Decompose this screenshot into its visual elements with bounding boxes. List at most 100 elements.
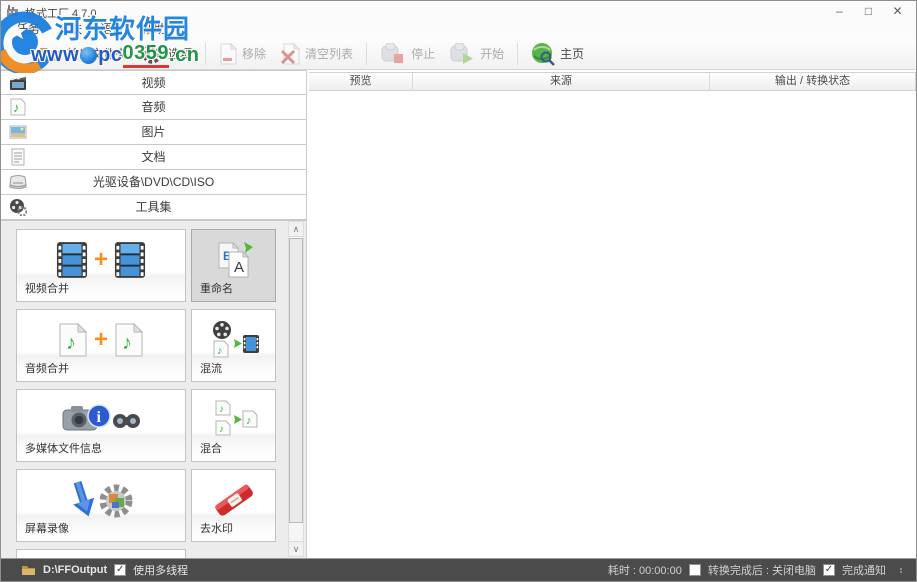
shutdown-label: 转换完成后 : 关闭电脑	[707, 565, 816, 577]
toolbar-separator	[205, 42, 207, 65]
scroll-up-button[interactable]: ∧	[289, 222, 303, 237]
elapsed-time: 耗时 : 00:00:00	[607, 565, 682, 577]
output-path[interactable]: D:\FFOutput	[43, 564, 107, 576]
category-label: 工具集	[135, 200, 172, 214]
toolset-grid: + 视频合并 B A 重命名 ♪ + ♪ 音频合并 ♪ 混流 i 多媒体文件信息…	[1, 220, 306, 558]
tool-label: 混流	[200, 363, 222, 375]
output-folder-button[interactable]: 输出文件夹	[31, 40, 134, 68]
file-list-header: 预览 来源 输出 / 转换状态	[309, 72, 916, 91]
check-mark: ✓	[824, 564, 834, 575]
minimize-button[interactable]: –	[825, 1, 854, 21]
category-label: 图片	[141, 125, 166, 139]
tool-video-merge[interactable]: + 视频合并	[16, 229, 186, 302]
menubar: 任务 皮肤 语言 帮助	[1, 21, 916, 38]
column-preview[interactable]: 预览	[309, 73, 413, 90]
shutdown-checkbox[interactable]	[688, 564, 701, 576]
plus-icon: +	[93, 246, 108, 273]
media-info-icon: i	[17, 398, 185, 442]
check-mark: ✓	[115, 564, 125, 575]
category-picture[interactable]: 图片	[1, 120, 306, 145]
audio-merge-icon: ♪ + ♪	[17, 318, 185, 362]
close-button[interactable]: ✕	[883, 1, 912, 21]
mix-icon: ♪ ♪ ♪	[192, 398, 275, 442]
options-button[interactable]: 选项	[134, 40, 199, 68]
toolbar: 输出文件夹 选项 移除 清空列表 停止 开始 主页	[1, 38, 916, 70]
menu-task[interactable]: 任务	[7, 21, 49, 38]
stop-label: 停止	[411, 47, 436, 61]
output-folder-small-icon	[21, 564, 36, 576]
tool-label: 重命名	[200, 283, 233, 295]
tool-label: 视频合并	[25, 283, 69, 295]
file-list-body[interactable]	[309, 91, 916, 558]
tool-label: 多媒体文件信息	[25, 443, 102, 455]
start-icon	[449, 42, 475, 65]
tool-label: 混合	[200, 443, 222, 455]
category-optical[interactable]: 光驱设备\DVD\CD\ISO	[1, 170, 306, 195]
category-video[interactable]: 视频	[1, 70, 306, 95]
svg-text:♪: ♪	[217, 345, 223, 357]
multithread-label: 使用多线程	[133, 565, 189, 577]
statusbar: D:\FFOutput ✓ 使用多线程 耗时 : 00:00:00 转换完成后 …	[1, 558, 916, 581]
toolbar-separator	[517, 42, 519, 65]
resize-grip[interactable]	[897, 567, 902, 573]
main-area: 视频 ♪ 音频 图片 文档 光驱设备\DVD\CD\ISO 工具集 + 视频合并…	[1, 70, 916, 558]
tools-scrollbar[interactable]: ∧ ∨	[288, 221, 304, 557]
home-button[interactable]: 主页	[524, 40, 591, 68]
toolbar-separator	[366, 42, 368, 65]
category-document[interactable]: 文档	[1, 145, 306, 170]
tool-media-info[interactable]: i 多媒体文件信息	[16, 389, 186, 462]
column-output-status[interactable]: 输出 / 转换状态	[710, 73, 915, 90]
file-list-panel: 预览 来源 输出 / 转换状态	[308, 70, 916, 558]
stop-icon	[380, 42, 406, 65]
tool-label: 屏幕录像	[25, 523, 69, 535]
tool-screen-record[interactable]: 屏幕录像	[16, 469, 186, 542]
scroll-down-button[interactable]: ∨	[289, 541, 303, 556]
plus-icon: +	[93, 326, 108, 353]
svg-text:♪: ♪	[66, 332, 76, 354]
mux-icon: ♪	[192, 318, 275, 362]
left-panel: 视频 ♪ 音频 图片 文档 光驱设备\DVD\CD\ISO 工具集 + 视频合并…	[1, 70, 307, 558]
app-icon	[7, 5, 18, 16]
folder-icon	[38, 44, 62, 63]
category-label: 音频	[141, 100, 166, 114]
titlebar: 格式工厂 4.7.0 – □ ✕	[1, 1, 916, 21]
tool-remove-watermark[interactable]: 去水印	[191, 469, 276, 542]
remove-button[interactable]: 移除	[212, 40, 273, 68]
maximize-button[interactable]: □	[854, 1, 883, 21]
menu-help[interactable]: 帮助	[133, 21, 175, 38]
category-label: 视频	[141, 76, 166, 90]
home-globe-icon	[531, 42, 555, 66]
svg-text:♪: ♪	[219, 404, 224, 415]
tool-rename[interactable]: B A 重命名	[191, 229, 276, 302]
start-button[interactable]: 开始	[442, 40, 511, 68]
start-label: 开始	[480, 47, 505, 61]
clear-list-button[interactable]: 清空列表	[273, 40, 360, 68]
remove-file-icon	[219, 42, 238, 65]
scrollbar-thumb[interactable]	[289, 238, 303, 523]
screen-record-icon	[17, 478, 185, 522]
stop-button[interactable]: 停止	[373, 40, 442, 68]
clear-list-icon	[280, 42, 301, 65]
tool-label: 去水印	[200, 523, 233, 535]
tool-tile-partial[interactable]	[16, 549, 186, 558]
svg-text:A: A	[234, 259, 244, 276]
tool-label: 音频合并	[25, 363, 69, 375]
svg-text:♪: ♪	[219, 424, 224, 435]
tool-mux[interactable]: ♪ 混流	[191, 309, 276, 382]
clear-list-label: 清空列表	[305, 47, 354, 61]
tool-audio-merge[interactable]: ♪ + ♪ 音频合并	[16, 309, 186, 382]
category-label: 光驱设备\DVD\CD\ISO	[92, 175, 215, 189]
menu-skin[interactable]: 皮肤	[49, 21, 91, 38]
column-source[interactable]: 来源	[413, 73, 710, 90]
category-audio[interactable]: ♪ 音频	[1, 95, 306, 120]
category-toolset[interactable]: 工具集	[1, 195, 306, 220]
format-factory-window: 格式工厂 4.7.0 – □ ✕ 任务 皮肤 语言 帮助 输出文件夹 选项 移除…	[0, 0, 917, 582]
video-merge-icon: +	[17, 238, 185, 282]
tool-mix[interactable]: ♪ ♪ ♪ 混合	[191, 389, 276, 462]
notify-checkbox[interactable]: ✓	[823, 564, 835, 576]
svg-text:i: i	[97, 409, 102, 426]
output-folder-label: 输出文件夹	[67, 47, 128, 61]
multithread-checkbox[interactable]: ✓	[114, 564, 127, 576]
menu-language[interactable]: 语言	[91, 21, 133, 38]
remove-label: 移除	[242, 47, 267, 61]
